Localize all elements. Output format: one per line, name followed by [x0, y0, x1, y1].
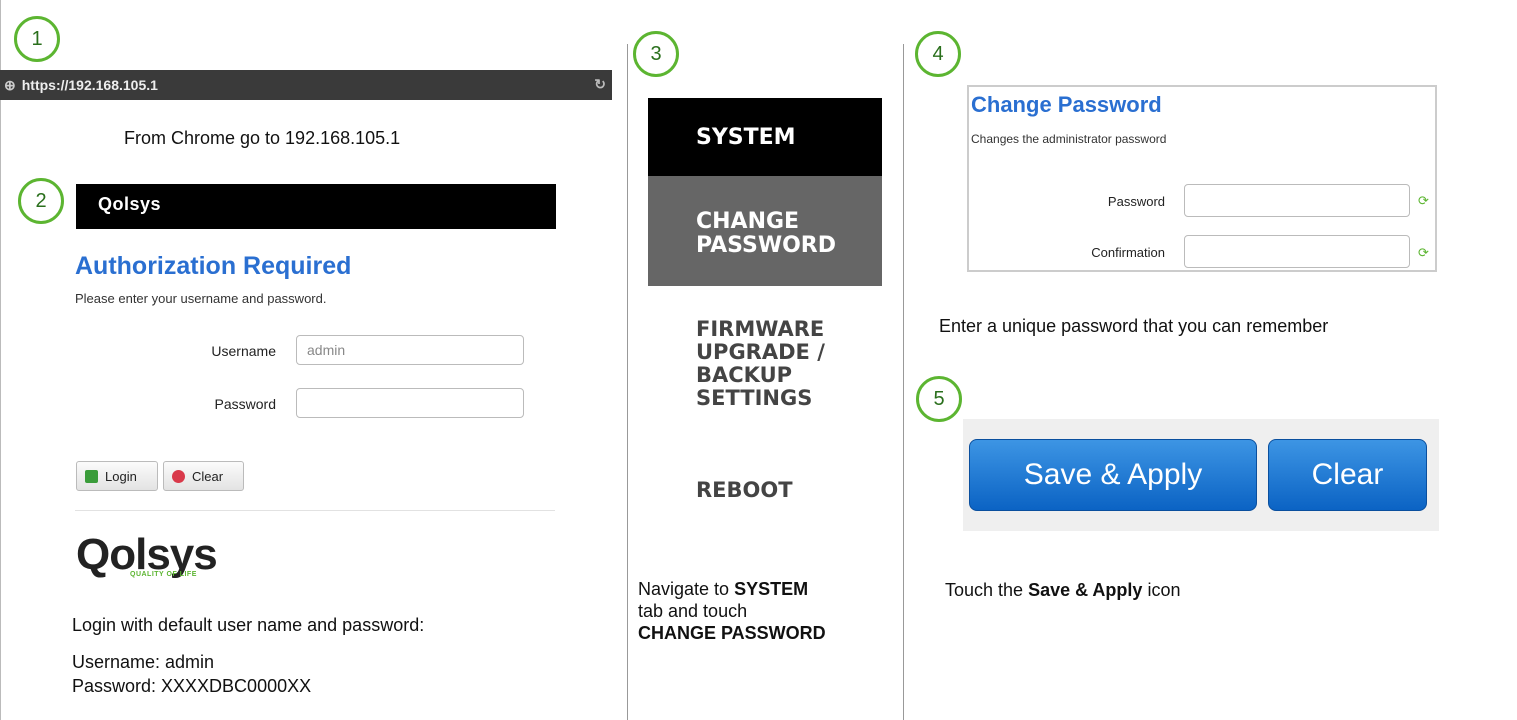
menu-system-label: SYSTEM [696, 124, 796, 150]
divider-left [0, 0, 1, 720]
touch-text-2: icon [1142, 580, 1181, 600]
step-1-badge: 1 [14, 16, 60, 62]
password-label: Password [214, 396, 276, 412]
menu-system[interactable]: SYSTEM [648, 98, 882, 176]
enter-caption: Enter a unique password that you can rem… [939, 316, 1329, 336]
menu-fw-line1: FIRMWARE [696, 317, 825, 341]
cp-confirm-input[interactable] [1184, 235, 1410, 268]
cp-title: Change Password [971, 92, 1162, 117]
menu-fw-line4: SETTINGS [696, 386, 813, 410]
username-input[interactable]: admin [296, 335, 524, 365]
menu-firmware[interactable]: FIRMWARE UPGRADE / BACKUP SETTINGS [648, 318, 882, 410]
cp-password-generate-icon[interactable]: ⟳ [1418, 193, 1429, 209]
globe-icon: ⊕ [4, 76, 16, 93]
navigate-caption: Navigate to SYSTEM tab and touch CHANGE … [638, 578, 898, 644]
clear-button-login[interactable]: Clear [163, 461, 244, 491]
menu-reboot-label: REBOOT [696, 478, 793, 502]
auth-title: Authorization Required [75, 252, 352, 280]
touch-bold: Save & Apply [1028, 580, 1143, 600]
clear-icon [172, 469, 185, 483]
qolsys-header-bar: Qolsys [76, 184, 556, 229]
password-line: Password: XXXXDBC0000XX [72, 676, 312, 696]
qolsys-logo: Qolsys QUALITY OF LIFE [76, 530, 218, 580]
username-line: Username: admin [72, 652, 215, 672]
cp-password-label: Password [1107, 194, 1165, 209]
step-4-badge: 4 [915, 31, 961, 77]
separator [75, 510, 555, 511]
url-text: https://192.168.105.1 [21, 77, 158, 93]
login-button[interactable]: Login [76, 461, 158, 491]
nav-text-2: tab and touch [638, 601, 748, 621]
change-password-panel: Change Password Changes the administrato… [967, 85, 1437, 272]
cp-confirm-label: Confirmation [1091, 245, 1165, 260]
clear-button-label: Clear [192, 468, 224, 484]
username-label: Username [211, 343, 276, 359]
step-5-badge: 5 [916, 376, 962, 422]
divider-1 [627, 44, 628, 720]
password-input[interactable] [296, 388, 524, 418]
divider-2 [903, 44, 904, 720]
qolsys-tagline: QUALITY OF LIFE [130, 571, 197, 578]
nav-text-1: Navigate to [638, 579, 735, 599]
save-apply-button[interactable]: Save & Apply [969, 439, 1257, 511]
login-button-label: Login [105, 468, 137, 484]
qolsys-header-logo: Qolsys [98, 194, 162, 214]
nav-bold-change: CHANGE PASSWORD [638, 623, 826, 643]
step-2-badge: 2 [18, 178, 64, 224]
touch-caption: Touch the Save & Apply icon [945, 580, 1180, 601]
action-button-area: Save & Apply Clear [963, 419, 1439, 531]
cp-password-input[interactable] [1184, 184, 1410, 217]
menu-fw-line3: BACKUP [696, 363, 793, 387]
url-caption: From Chrome go to 192.168.105.1 [124, 128, 401, 148]
step-3-badge: 3 [633, 31, 679, 77]
menu-change-line1: CHANGE [696, 209, 800, 234]
menu-change-password[interactable]: CHANGE PASSWORD [648, 176, 882, 286]
menu-reboot[interactable]: REBOOT [648, 478, 882, 502]
cp-confirm-generate-icon[interactable]: ⟳ [1418, 245, 1429, 261]
clear-button[interactable]: Clear [1268, 439, 1427, 511]
touch-text-1: Touch the [945, 580, 1029, 600]
reload-icon[interactable]: ↻ [594, 76, 606, 93]
nav-bold-system: SYSTEM [734, 579, 809, 599]
cp-subtitle: Changes the administrator password [971, 132, 1167, 146]
menu-change-line2: PASSWORD [696, 233, 837, 258]
login-caption: Login with default user name and passwor… [72, 615, 425, 635]
menu-fw-line2: UPGRADE / [696, 340, 825, 364]
browser-address-bar[interactable]: ⊕ https://192.168.105.1 ↻ [0, 70, 612, 100]
auth-subtitle: Please enter your username and password. [75, 291, 327, 306]
play-icon [85, 469, 98, 483]
